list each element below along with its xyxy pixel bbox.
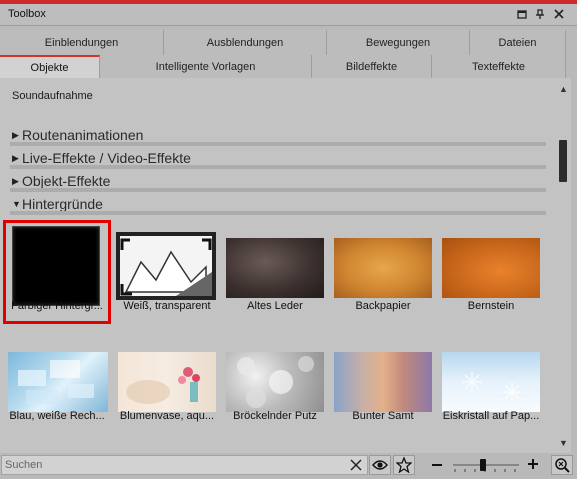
zoom-slider-handle[interactable] <box>479 459 486 471</box>
eye-icon[interactable] <box>369 455 391 475</box>
thumbnail <box>12 226 100 306</box>
section-divider <box>10 165 546 169</box>
window-title: Toolbox <box>8 8 46 20</box>
zoom-in-icon[interactable] <box>527 458 539 473</box>
expand-arrow-icon: ▶ <box>12 175 19 186</box>
thumbnail <box>8 352 108 412</box>
thumbnail-pattern <box>18 360 94 404</box>
background-item-altes-leder[interactable]: Altes Leder <box>221 220 329 324</box>
zoom-slider[interactable] <box>451 455 521 475</box>
item-caption: Bunter Samt <box>352 410 414 422</box>
thumbnail-pattern <box>462 372 522 402</box>
panel-subtitle: Soundaufnahme <box>12 90 93 102</box>
background-item-farbiger-hintergrund[interactable]: Farbiger Hintergr... <box>3 220 111 324</box>
restore-icon[interactable] <box>515 7 529 21</box>
item-caption: Altes Leder <box>247 300 303 312</box>
thumbnail <box>116 232 216 300</box>
transparent-image-icon <box>120 236 212 296</box>
zoom-slider-track <box>453 464 519 472</box>
expand-arrow-icon: ▶ <box>12 152 19 163</box>
thumbnail <box>442 238 540 298</box>
item-caption: Blau, weiße Rech... <box>9 410 105 422</box>
background-item-broeckelnder-putz[interactable]: Bröckelnder Putz <box>221 330 329 434</box>
background-item-bernstein[interactable]: Bernstein <box>437 220 545 324</box>
tab-einblendungen[interactable]: Einblendungen <box>0 30 164 55</box>
expand-arrow-icon: ▶ <box>12 129 19 140</box>
close-icon[interactable] <box>552 7 566 21</box>
bottom-toolbar <box>0 453 577 479</box>
section-live-effekte[interactable]: ▶ Live-Effekte / Video-Effekte <box>0 147 556 169</box>
thumbnail <box>334 238 432 298</box>
section-divider <box>10 188 546 192</box>
scroll-down-icon[interactable]: ▼ <box>556 436 571 450</box>
background-item-weiss-transparent[interactable]: Weiß, transparent <box>113 220 221 324</box>
background-item-bunter-samt[interactable]: Bunter Samt <box>329 330 437 434</box>
background-item-eiskristall[interactable]: Eiskristall auf Pap... <box>437 330 545 434</box>
item-caption: Weiß, transparent <box>123 300 211 312</box>
thumbnail <box>226 352 324 412</box>
item-caption: Bernstein <box>467 300 515 312</box>
item-caption: Blumenvase, aqu... <box>119 410 215 422</box>
thumbnail <box>118 352 216 412</box>
section-label: Hintergründe <box>22 196 103 212</box>
background-item-blumenvase[interactable]: Blumenvase, aqu... <box>113 330 221 434</box>
item-caption: Eiskristall auf Pap... <box>442 410 540 422</box>
thumbnail-pattern <box>126 367 200 404</box>
tab-dateien[interactable]: Dateien <box>470 30 566 55</box>
section-divider <box>10 142 546 146</box>
tab-texteffekte[interactable]: Texteffekte <box>432 55 566 79</box>
vertical-scrollbar[interactable]: ▲ ▼ <box>556 78 571 453</box>
search-input[interactable] <box>2 456 342 474</box>
tab-bildeffekte[interactable]: Bildeffekte <box>312 55 432 79</box>
thumbnail-pattern <box>237 356 314 408</box>
section-hintergruende[interactable]: ▼ Hintergründe <box>0 193 556 215</box>
pin-icon[interactable] <box>533 7 547 21</box>
item-caption: Bröckelnder Putz <box>233 410 317 422</box>
star-icon[interactable] <box>393 455 415 475</box>
section-label: Routenanimationen <box>22 127 144 143</box>
tab-intelligente-vorlagen[interactable]: Intelligente Vorlagen <box>100 55 312 79</box>
section-label: Live-Effekte / Video-Effekte <box>22 150 191 166</box>
thumbnail <box>442 352 540 412</box>
zoom-out-icon[interactable] <box>431 459 443 474</box>
background-item-blau-weisse-rechtecke[interactable]: Blau, weiße Rech... <box>3 330 111 434</box>
section-label: Objekt-Effekte <box>22 173 111 189</box>
tab-bewegungen[interactable]: Bewegungen <box>327 30 470 55</box>
background-item-backpapier[interactable]: Backpapier <box>329 220 437 324</box>
item-caption: Farbiger Hintergr... <box>11 300 103 312</box>
section-objekt-effekte[interactable]: ▶ Objekt-Effekte <box>0 170 556 192</box>
search-box <box>1 455 368 475</box>
section-routenanimationen[interactable]: ▶ Routenanimationen <box>0 124 556 146</box>
clear-icon[interactable] <box>349 458 363 475</box>
scrollbar-thumb[interactable] <box>559 140 567 182</box>
section-divider <box>10 211 546 215</box>
fit-zoom-icon[interactable] <box>551 455 573 475</box>
thumbnail <box>226 238 324 298</box>
collapse-arrow-icon: ▼ <box>12 199 21 209</box>
tab-ausblendungen[interactable]: Ausblendungen <box>164 30 327 55</box>
item-caption: Backpapier <box>355 300 411 312</box>
scroll-up-icon[interactable]: ▲ <box>556 82 571 96</box>
title-bar: Toolbox <box>0 4 577 26</box>
content-panel: Soundaufnahme ▶ Routenanimationen ▶ Live… <box>0 78 556 453</box>
tabs-row-secondary: Objekte Intelligente Vorlagen Bildeffekt… <box>0 55 566 79</box>
thumbnail <box>334 352 432 412</box>
tab-objekte[interactable]: Objekte <box>0 55 100 79</box>
tabs-row-primary: Einblendungen Ausblendungen Bewegungen D… <box>0 30 566 55</box>
